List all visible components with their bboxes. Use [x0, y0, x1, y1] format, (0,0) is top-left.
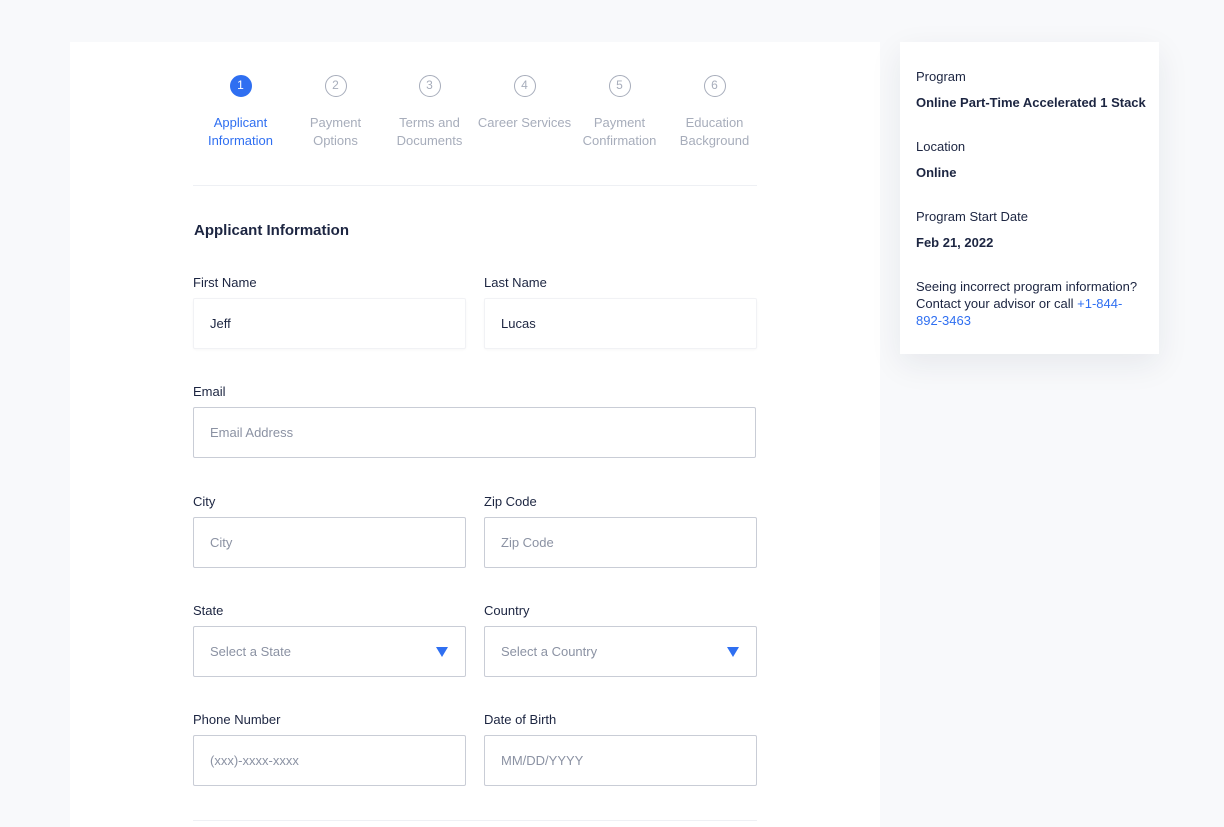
- phone-number-label: Phone Number: [193, 712, 281, 727]
- step-number: 2: [324, 75, 347, 97]
- state-select-value: Select a State: [210, 644, 291, 659]
- step-number: 1: [229, 75, 252, 97]
- step-label: Terms and Documents: [396, 115, 463, 148]
- step-number: 3: [418, 75, 441, 97]
- start-date-value: Feb 21, 2022: [916, 235, 994, 250]
- phone-number-input[interactable]: (xxx)-xxxx-xxxx: [193, 735, 466, 786]
- step-career-services[interactable]: 4 Career Services: [477, 75, 572, 132]
- country-select-value: Select a Country: [501, 644, 598, 659]
- date-of-birth-input[interactable]: MM/DD/YYYY: [484, 735, 757, 786]
- location-value: Online: [916, 165, 957, 180]
- last-name-label: Last Name: [484, 275, 547, 290]
- state-label: State: [193, 603, 224, 618]
- step-number: 4: [513, 75, 536, 97]
- country-label: Country: [484, 603, 530, 618]
- step-label: Payment Confirmation: [582, 115, 657, 148]
- program-summary-card: Program Online Part-Time Accelerated 1 S…: [900, 42, 1159, 354]
- step-label: Education Background: [679, 115, 750, 148]
- step-applicant-information[interactable]: 1 Applicant Information: [193, 75, 288, 150]
- triangle-down-icon[interactable]: [727, 647, 739, 657]
- step-number: 6: [703, 75, 726, 97]
- progress-stepper: 1 Applicant Information 2 Payment Option…: [193, 75, 763, 155]
- step-label: Career Services: [477, 115, 572, 130]
- triangle-down-icon[interactable]: [436, 647, 448, 657]
- step-label: Applicant Information: [207, 115, 274, 148]
- last-name-input[interactable]: Lucas: [484, 298, 757, 349]
- step-payment-options[interactable]: 2 Payment Options: [288, 75, 383, 150]
- country-select[interactable]: Select a Country: [484, 626, 757, 677]
- city-label: City: [193, 494, 216, 509]
- section-title: Applicant Information: [194, 222, 349, 239]
- start-date-label: Program Start Date: [916, 209, 1028, 224]
- program-label: Program: [916, 69, 966, 84]
- stepper-divider: [193, 185, 757, 186]
- step-label: Payment Options: [309, 115, 362, 148]
- date-of-birth-label: Date of Birth: [484, 712, 557, 727]
- email-input[interactable]: Email Address: [193, 407, 756, 458]
- step-payment-confirmation[interactable]: 5 Payment Confirmation: [572, 75, 667, 150]
- email-label: Email: [193, 384, 226, 399]
- advisor-note: Seeing incorrect program information? Co…: [916, 278, 1146, 329]
- state-select[interactable]: Select a State: [193, 626, 466, 677]
- step-number: 5: [608, 75, 631, 97]
- step-education-background[interactable]: 6 Education Background: [667, 75, 762, 150]
- location-label: Location: [916, 139, 966, 154]
- zip-code-input[interactable]: Zip Code: [484, 517, 757, 568]
- application-form-card: 1 Applicant Information 2 Payment Option…: [70, 42, 880, 827]
- city-input[interactable]: City: [193, 517, 466, 568]
- zip-code-label: Zip Code: [484, 494, 537, 509]
- form-divider: [193, 820, 757, 821]
- step-terms-and-documents[interactable]: 3 Terms and Documents: [382, 75, 477, 150]
- first-name-input[interactable]: Jeff: [193, 298, 466, 349]
- first-name-label: First Name: [193, 275, 257, 290]
- program-value: Online Part-Time Accelerated 1 Stack: [916, 95, 1146, 110]
